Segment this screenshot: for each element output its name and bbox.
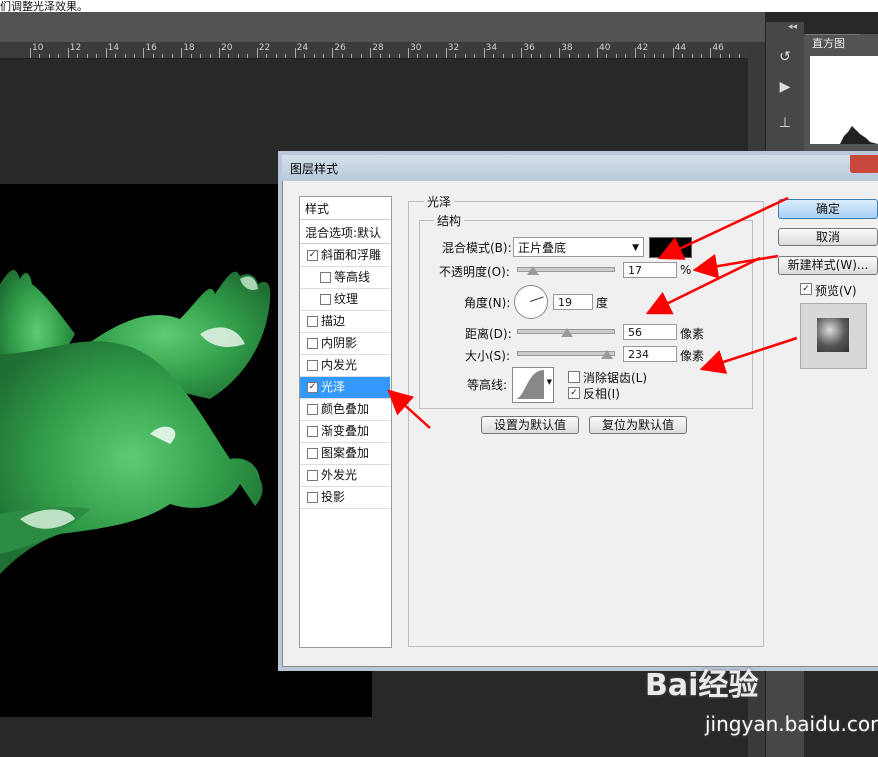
arrow-opacity bbox=[692, 253, 779, 279]
arrow-blend-mode bbox=[657, 196, 789, 260]
watermark-url: jingyan.baidu.com bbox=[705, 712, 878, 736]
arrow-sheen-item bbox=[387, 389, 431, 429]
arrow-distance bbox=[645, 256, 761, 315]
arrow-size bbox=[699, 336, 798, 374]
watermark-logo: Bai经验 bbox=[645, 668, 759, 703]
annotation-arrows bbox=[387, 196, 798, 429]
